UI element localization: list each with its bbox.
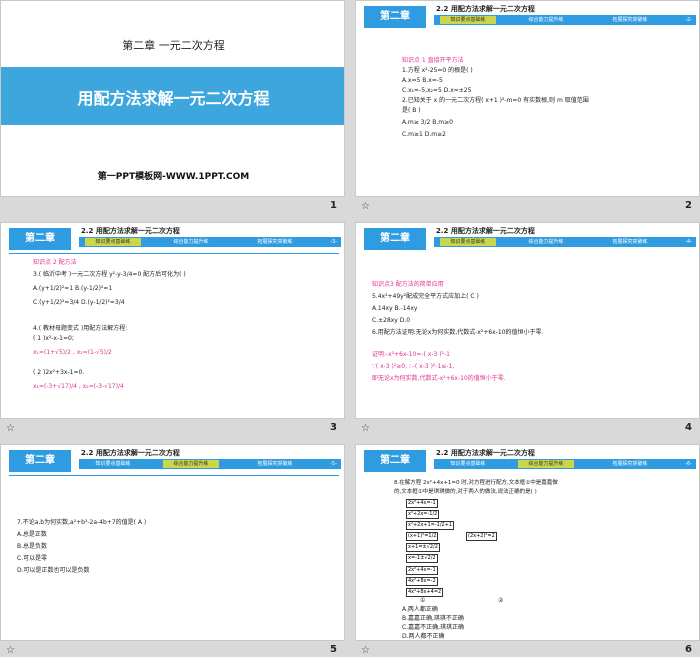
slide-title: 用配方法求解一元二次方程	[77, 89, 270, 108]
text-line: 知识点3 配方法的简单应用	[372, 281, 444, 288]
text-line: 知识点 1 直接开平方法	[402, 57, 464, 64]
solution-box-2-step: 2x²+4x=-1	[406, 566, 438, 575]
text-line: A.(y+1/2)²=1 B.(y-1/2)²=1	[33, 285, 113, 292]
solution-box-1-step: x+1=±√2/2	[406, 543, 440, 552]
slide-thumb-6[interactable]: 第二章 2.2 用配方法求解一元二次方程 知识要点基础练 综合能力提升练 拓展探…	[355, 444, 700, 657]
title-slide: 第二章 一元二次方程 用配方法求解一元二次方程 第一PPT模板网-WWW.1PP…	[0, 0, 345, 197]
text-line: 5.4x²+49y²配成完全平方式应加上( C )	[372, 293, 479, 300]
solution-box-1-step: x=-1±√2/2	[406, 554, 438, 563]
option-line: A.两人都正确	[402, 606, 438, 613]
text-line: 的,文本框②中是琪琪做的,对于两人的做法,说法正确的是( )	[394, 489, 537, 495]
slide-thumb-5[interactable]: 第二章 2.2 用配方法求解一元二次方程 知识要点基础练 综合能力提升练 拓展探…	[0, 444, 345, 657]
solution-box-2-step: 4x²+8x=-2	[406, 577, 438, 586]
slide-body: 7.不论a,b为何实数,a²+b²-2a-4b+7的值是( A ) A.总是正数…	[1, 445, 344, 640]
solution-box-1-step: 2x²+4x=-1	[406, 499, 438, 508]
answer-line: x₁=(-3+√17)/4 , x₂=(-3-√17)/4	[33, 383, 124, 390]
text-line: B.总是负数	[17, 543, 48, 550]
text-line: A.14xy B.-14xy	[372, 305, 418, 312]
slide-number: 5	[330, 644, 337, 655]
slide-number: 6	[685, 644, 692, 655]
text-line: A.m≥ 3/2 B.m≥0	[402, 119, 453, 126]
text-line: C.x₁=-5,x₂=5 D.x=±25	[402, 87, 472, 94]
text-line: A.总是正数	[17, 531, 47, 538]
star-icon: ☆	[6, 423, 15, 434]
text-line: D.可以是正数也可以是负数	[17, 567, 90, 574]
answer-line: x₁=(1+√5)/2 , x₂=(1-√5)/2	[33, 349, 112, 356]
slide-number: 3	[330, 422, 337, 433]
slide-footer: ☆ 4	[355, 419, 700, 439]
option-line: B.嘉嘉正确,琪琪不正确	[402, 615, 464, 622]
solution-box-2-step: (2x+2)²=2	[466, 532, 497, 541]
slide-footer: 1	[0, 197, 345, 217]
text-line: 1.方程 x²-25=0 的根是( )	[402, 67, 473, 74]
slide-number: 1	[330, 200, 337, 211]
text-line: ( 2 )2x²+3x-1=0.	[33, 369, 85, 376]
site-credit: 第一PPT模板网-WWW.1PPT.COM	[97, 172, 250, 182]
text-line: C.(y+1/2)²=3/4 D.(y-1/2)²=3/4	[33, 299, 125, 306]
slide-body: 8.在解方程 2x²+4x+1=0 时,对方程进行配方,文本框①中是嘉嘉做 的,…	[356, 445, 699, 640]
solution-box-1-step: x²+2x=-1/2	[406, 510, 440, 519]
text-line: 4.( 教材母题变式 )用配方法解方程:	[33, 325, 128, 332]
text-line: C.可以是零	[17, 555, 48, 562]
text-line: A.x=5 B.x=-5	[402, 77, 443, 84]
slide-footer: ☆ 3	[0, 419, 345, 439]
solution-box-2-step: 4x²+8x+4=2	[406, 588, 444, 597]
slide-body: 知识点3 配方法的简单应用 5.4x²+49y²配成完全平方式应加上( C ) …	[356, 223, 699, 418]
text-line: C.m≥1 D.m≥2	[402, 131, 446, 138]
content-slide: 第二章 2.2 用配方法求解一元二次方程 知识要点基础练 综合能力提升练 拓展探…	[355, 222, 700, 419]
star-icon: ☆	[6, 645, 15, 656]
proof-line: ∵( x-3 )²≥0, ∴-( x-3 )²-1≤-1,	[372, 363, 455, 370]
content-slide: 第二章 2.2 用配方法求解一元二次方程 知识要点基础练 综合能力提升练 拓展探…	[0, 444, 345, 641]
proof-line: 证明:-x²+6x-10=-( x-3 )²-1	[372, 351, 450, 358]
text-line: 8.在解方程 2x²+4x+1=0 时,对方程进行配方,文本框①中是嘉嘉做	[394, 480, 558, 486]
text-line: ( 1 )x²-x-1=0;	[33, 335, 74, 342]
slide-thumb-1[interactable]: 第二章 一元二次方程 用配方法求解一元二次方程 第一PPT模板网-WWW.1PP…	[0, 0, 345, 217]
slide-thumb-3[interactable]: 第二章 2.2 用配方法求解一元二次方程 知识要点基础练 综合能力提升练 拓展探…	[0, 222, 345, 439]
chapter-heading: 第二章 一元二次方程	[122, 39, 225, 52]
star-icon: ☆	[361, 423, 370, 434]
option-line: D.两人都不正确	[402, 633, 445, 640]
slide-footer: ☆ 2	[355, 197, 700, 217]
text-line: 7.不论a,b为何实数,a²+b²-2a-4b+7的值是( A )	[17, 519, 147, 526]
text-line: 6.用配方法证明:无论x为何实数,代数式-x²+6x-10的值恒小于零.	[372, 329, 544, 336]
text-line: 2.已知关于 x 的一元二次方程( x+1 )²-m=0 有实数根,则 m 取值…	[402, 97, 589, 104]
text-line: 是( B )	[402, 107, 421, 114]
option-line: C.嘉嘉不正确,琪琪正确	[402, 624, 465, 631]
slide-body: 知识点 2 配方法 3.( 临沂中考 )一元二次方程 y²-y-3/4=0 配方…	[1, 223, 344, 418]
slide-number: 4	[685, 422, 692, 433]
slide-thumb-2[interactable]: 第二章 2.2 用配方法求解一元二次方程 知识要点基础练 综合能力提升练 拓展探…	[355, 0, 700, 217]
slide-body: 知识点 1 直接开平方法 1.方程 x²-25=0 的根是( ) A.x=5 B…	[356, 1, 699, 196]
content-slide: 第二章 2.2 用配方法求解一元二次方程 知识要点基础练 综合能力提升练 拓展探…	[355, 444, 700, 641]
text-line: 3.( 临沂中考 )一元二次方程 y²-y-3/4=0 配方后可化为( )	[33, 271, 186, 278]
text-line: 知识点 2 配方法	[33, 259, 77, 266]
slide-footer: ☆ 5	[0, 641, 345, 657]
solution-box-1-step: x²+2x+1=-1/2+1	[406, 521, 455, 530]
box-label-1: ①	[420, 597, 426, 604]
proof-line: 即无论x为何实数,代数式-x²+6x-10的值恒小于零.	[372, 375, 506, 382]
star-icon: ☆	[361, 645, 370, 656]
slide-number: 2	[685, 200, 692, 211]
content-slide: 第二章 2.2 用配方法求解一元二次方程 知识要点基础练 综合能力提升练 拓展探…	[0, 222, 345, 419]
slide-footer: ☆ 6	[355, 641, 700, 657]
text-line: C.±28xy D.0	[372, 317, 411, 324]
slide-thumb-4[interactable]: 第二章 2.2 用配方法求解一元二次方程 知识要点基础练 综合能力提升练 拓展探…	[355, 222, 700, 439]
star-icon: ☆	[361, 201, 370, 212]
solution-box-1-step: (x+1)²=1/2	[406, 532, 439, 541]
box-label-2: ②	[498, 597, 504, 604]
content-slide: 第二章 2.2 用配方法求解一元二次方程 知识要点基础练 综合能力提升练 拓展探…	[355, 0, 700, 197]
